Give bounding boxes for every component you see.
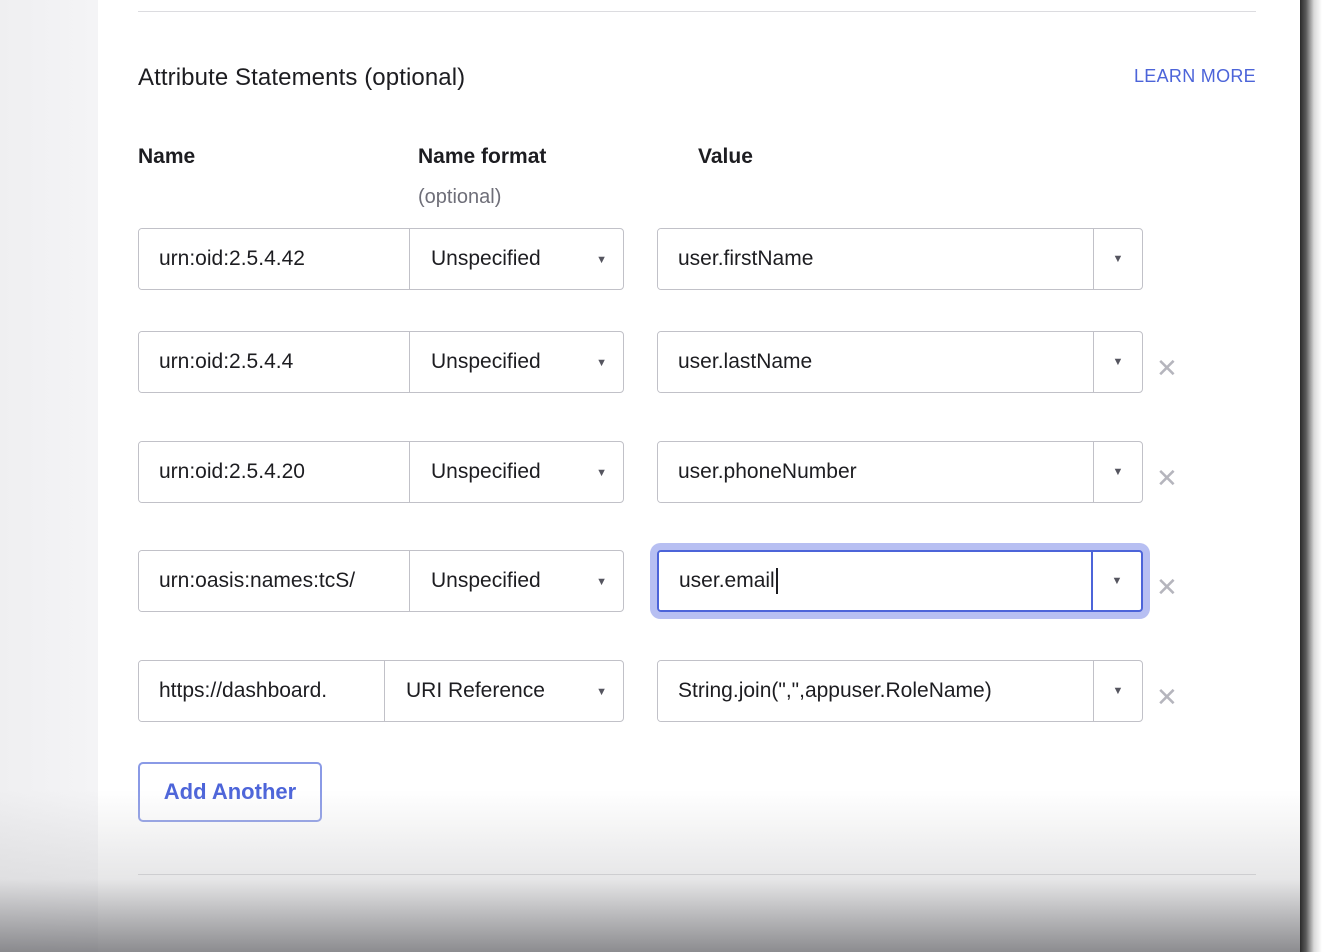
add-another-button[interactable]: Add Another: [138, 762, 322, 822]
attribute-name-input[interactable]: [139, 661, 385, 721]
remove-row-icon[interactable]: ✕: [1156, 684, 1178, 710]
caret-down-icon: ▼: [596, 686, 607, 698]
section-title: Attribute Statements (optional): [138, 64, 466, 91]
value-group: ▼: [657, 331, 1143, 393]
value-dropdown-button[interactable]: ▼: [1091, 552, 1141, 610]
name-format-select[interactable]: Unspecified ▼: [410, 229, 623, 289]
value-dropdown-button[interactable]: ▼: [1093, 229, 1142, 289]
attribute-row: URI Reference ▼ ▼ ✕: [138, 660, 1198, 724]
attribute-value-text: user.email: [679, 569, 775, 592]
value-group-focused: user.email ▼: [657, 550, 1143, 612]
caret-down-icon: ▼: [596, 254, 607, 266]
attribute-name-input[interactable]: [139, 332, 410, 392]
name-format-value: Unspecified: [431, 569, 541, 592]
caret-down-icon: ▼: [1112, 685, 1124, 697]
value-group: ▼: [657, 228, 1143, 290]
attribute-row: Unspecified ▼ user.email ▼ ✕: [138, 550, 1198, 614]
attribute-value-input[interactable]: [658, 332, 1093, 392]
attribute-name-input[interactable]: [139, 442, 410, 502]
attribute-name-input[interactable]: [139, 551, 410, 611]
name-format-value: URI Reference: [406, 679, 545, 702]
attribute-statements-panel: Attribute Statements (optional) LEARN MO…: [98, 0, 1300, 952]
attribute-row: Unspecified ▼ ▼ ✕: [138, 331, 1198, 395]
name-group: Unspecified ▼: [138, 550, 624, 612]
name-format-select[interactable]: Unspecified ▼: [410, 442, 623, 502]
column-header-value: Value: [698, 145, 753, 168]
caret-down-icon: ▼: [1112, 356, 1124, 368]
caret-down-icon: ▼: [1111, 575, 1123, 587]
name-format-value: Unspecified: [431, 350, 541, 373]
attribute-row: Unspecified ▼ ▼: [138, 228, 1198, 292]
learn-more-link[interactable]: LEARN MORE: [1134, 66, 1256, 87]
attribute-row: Unspecified ▼ ▼ ✕: [138, 441, 1198, 505]
caret-down-icon: ▼: [596, 357, 607, 369]
name-group: Unspecified ▼: [138, 228, 624, 290]
name-group: URI Reference ▼: [138, 660, 624, 722]
name-format-select[interactable]: Unspecified ▼: [410, 332, 623, 392]
attribute-value-input[interactable]: [658, 661, 1093, 721]
caret-down-icon: ▼: [596, 576, 607, 588]
value-dropdown-button[interactable]: ▼: [1093, 661, 1142, 721]
value-dropdown-button[interactable]: ▼: [1093, 332, 1142, 392]
remove-row-icon[interactable]: ✕: [1156, 465, 1178, 491]
value-group: ▼: [657, 660, 1143, 722]
caret-down-icon: ▼: [1112, 466, 1124, 478]
value-dropdown-button[interactable]: ▼: [1093, 442, 1142, 502]
attribute-value-input[interactable]: [658, 229, 1093, 289]
caret-down-icon: ▼: [1112, 253, 1124, 265]
column-header-name-format-optional: (optional): [418, 186, 502, 208]
attribute-value-input[interactable]: [658, 442, 1093, 502]
attribute-value-input[interactable]: user.email: [659, 552, 1091, 610]
attribute-name-input[interactable]: [139, 229, 410, 289]
caret-down-icon: ▼: [596, 467, 607, 479]
name-format-value: Unspecified: [431, 460, 541, 483]
name-format-select[interactable]: Unspecified ▼: [410, 551, 623, 611]
remove-row-icon[interactable]: ✕: [1156, 355, 1178, 381]
column-header-name: Name: [138, 145, 196, 168]
name-group: Unspecified ▼: [138, 331, 624, 393]
name-format-value: Unspecified: [431, 247, 541, 270]
text-cursor: [775, 568, 778, 594]
column-header-name-format: Name format: [418, 145, 547, 168]
remove-row-icon[interactable]: ✕: [1156, 574, 1178, 600]
right-edge-shadow: [1300, 0, 1322, 952]
value-group: ▼: [657, 441, 1143, 503]
top-divider: [138, 11, 1256, 12]
left-gutter: [0, 0, 98, 952]
bottom-divider: [138, 874, 1256, 875]
name-group: Unspecified ▼: [138, 441, 624, 503]
name-format-select[interactable]: URI Reference ▼: [385, 661, 623, 721]
